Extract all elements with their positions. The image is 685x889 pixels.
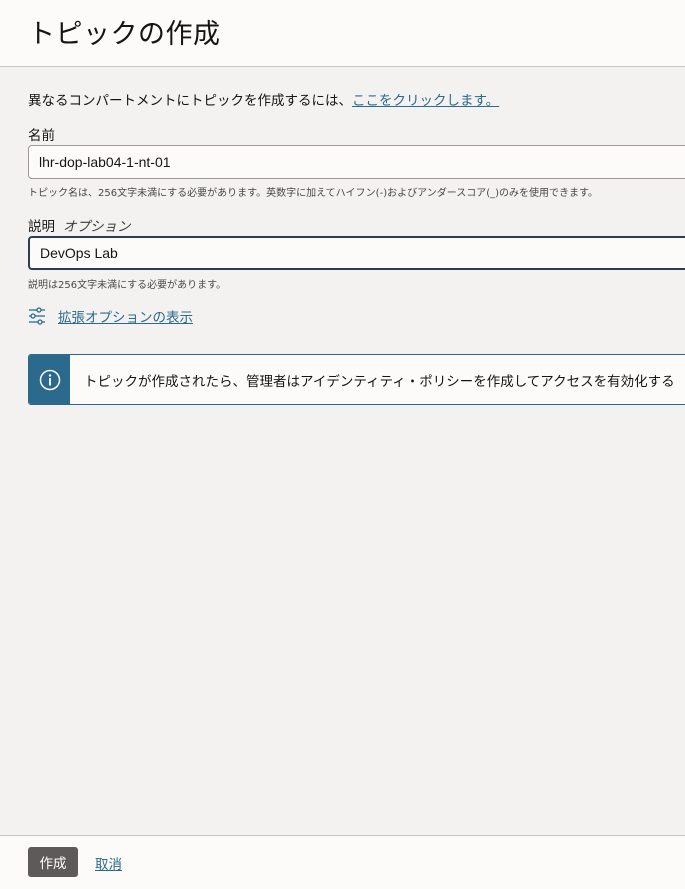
info-message-text: トピックが作成されたら、管理者はアイデンティティ・ポリシーを作成してアクセスを有… xyxy=(84,374,675,390)
name-hint: トピック名は、256文字未満にする必要があります。英数字に加えてハイフン(-)お… xyxy=(28,188,599,199)
info-stripe xyxy=(29,355,70,404)
optional-label: オプション xyxy=(63,219,131,235)
change-compartment-link[interactable]: ここをクリックします。 xyxy=(352,93,499,109)
description-hint: 説明は256文字未満にする必要があります。 xyxy=(28,280,227,291)
compartment-notice-text: 異なるコンパートメントにトピックを作成するには、 xyxy=(28,93,352,109)
name-label: 名前 xyxy=(28,128,55,144)
info-icon xyxy=(39,369,60,390)
show-advanced-options-label: 拡張オプションの表示 xyxy=(58,310,193,326)
description-input[interactable] xyxy=(28,236,685,270)
show-advanced-options-toggle[interactable]: 拡張オプションの表示 xyxy=(28,305,193,327)
description-label-row: 説明 オプション xyxy=(28,215,131,235)
page-title: トピックの作成 xyxy=(28,19,221,50)
description-label: 説明 xyxy=(28,219,55,235)
create-topic-panel: トピックの作成 異なるコンパートメントにトピックを作成するには、ここをクリックし… xyxy=(0,0,685,889)
name-input[interactable] xyxy=(28,145,685,179)
create-button[interactable]: 作成 xyxy=(28,847,78,877)
compartment-notice: 異なるコンパートメントにトピックを作成するには、ここをクリックします。 xyxy=(28,89,499,109)
cancel-link[interactable]: 取消 xyxy=(95,853,122,873)
panel-footer: 作成 取消 xyxy=(0,835,685,889)
sliders-icon xyxy=(29,307,45,325)
info-message: トピックが作成されたら、管理者はアイデンティティ・ポリシーを作成してアクセスを有… xyxy=(28,354,685,405)
panel-header: トピックの作成 xyxy=(0,0,685,67)
